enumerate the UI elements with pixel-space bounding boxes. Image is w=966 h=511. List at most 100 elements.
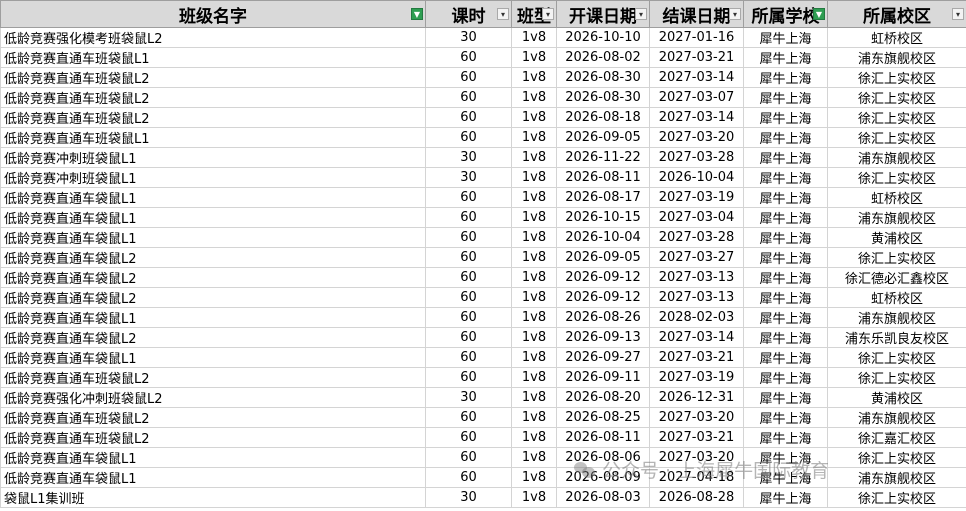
cell-campus[interactable]: 徐汇上实校区 <box>827 167 966 188</box>
cell-class-type[interactable]: 1v8 <box>511 87 557 108</box>
cell-start-date[interactable]: 2026-08-11 <box>556 427 650 448</box>
cell-class-type[interactable]: 1v8 <box>511 27 557 48</box>
dropdown-icon[interactable]: ▾ <box>952 8 964 20</box>
cell-start-date[interactable]: 2026-10-15 <box>556 207 650 228</box>
cell-school[interactable]: 犀牛上海 <box>743 287 828 308</box>
cell-class-type[interactable]: 1v8 <box>511 407 557 428</box>
cell-hours[interactable]: 60 <box>425 207 512 228</box>
cell-class-name[interactable]: 低龄竞赛直通车袋鼠L1 <box>0 227 426 248</box>
cell-campus[interactable]: 虹桥校区 <box>827 27 966 48</box>
cell-school[interactable]: 犀牛上海 <box>743 427 828 448</box>
cell-school[interactable]: 犀牛上海 <box>743 307 828 328</box>
cell-end-date[interactable]: 2027-03-21 <box>649 347 744 368</box>
cell-hours[interactable]: 60 <box>425 47 512 68</box>
cell-school[interactable]: 犀牛上海 <box>743 107 828 128</box>
cell-hours[interactable]: 30 <box>425 147 512 168</box>
cell-hours[interactable]: 60 <box>425 467 512 488</box>
cell-class-name[interactable]: 低龄竞赛直通车袋鼠L2 <box>0 327 426 348</box>
cell-class-name[interactable]: 低龄竞赛直通车袋鼠L1 <box>0 207 426 228</box>
cell-end-date[interactable]: 2027-01-16 <box>649 27 744 48</box>
header-campus[interactable]: 所属校区 ▾ <box>827 0 966 28</box>
cell-class-type[interactable]: 1v8 <box>511 227 557 248</box>
cell-start-date[interactable]: 2026-09-12 <box>556 267 650 288</box>
cell-campus[interactable]: 徐汇上实校区 <box>827 447 966 468</box>
cell-campus[interactable]: 浦东旗舰校区 <box>827 47 966 68</box>
cell-start-date[interactable]: 2026-08-02 <box>556 47 650 68</box>
cell-class-type[interactable]: 1v8 <box>511 447 557 468</box>
cell-class-name[interactable]: 低龄竞赛强化模考班袋鼠L2 <box>0 27 426 48</box>
cell-end-date[interactable]: 2027-03-19 <box>649 187 744 208</box>
cell-hours[interactable]: 60 <box>425 307 512 328</box>
cell-hours[interactable]: 60 <box>425 187 512 208</box>
cell-end-date[interactable]: 2028-02-03 <box>649 307 744 328</box>
dropdown-icon[interactable]: ▾ <box>635 8 647 20</box>
cell-start-date[interactable]: 2026-08-26 <box>556 307 650 328</box>
cell-class-type[interactable]: 1v8 <box>511 287 557 308</box>
cell-school[interactable]: 犀牛上海 <box>743 227 828 248</box>
cell-hours[interactable]: 60 <box>425 407 512 428</box>
cell-start-date[interactable]: 2026-09-27 <box>556 347 650 368</box>
cell-end-date[interactable]: 2027-03-21 <box>649 427 744 448</box>
cell-school[interactable]: 犀牛上海 <box>743 127 828 148</box>
cell-class-type[interactable]: 1v8 <box>511 487 557 508</box>
cell-hours[interactable]: 60 <box>425 347 512 368</box>
cell-class-type[interactable]: 1v8 <box>511 387 557 408</box>
cell-end-date[interactable]: 2027-03-20 <box>649 447 744 468</box>
cell-class-name[interactable]: 低龄竞赛直通车袋鼠L1 <box>0 447 426 468</box>
cell-class-name[interactable]: 袋鼠L1集训班 <box>0 487 426 508</box>
cell-end-date[interactable]: 2026-12-31 <box>649 387 744 408</box>
cell-start-date[interactable]: 2026-08-03 <box>556 487 650 508</box>
cell-campus[interactable]: 徐汇德必汇鑫校区 <box>827 267 966 288</box>
cell-class-name[interactable]: 低龄竞赛直通车班袋鼠L2 <box>0 367 426 388</box>
cell-class-name[interactable]: 低龄竞赛直通车班袋鼠L2 <box>0 67 426 88</box>
cell-campus[interactable]: 浦东旗舰校区 <box>827 307 966 328</box>
cell-school[interactable]: 犀牛上海 <box>743 147 828 168</box>
cell-end-date[interactable]: 2027-03-28 <box>649 147 744 168</box>
cell-class-type[interactable]: 1v8 <box>511 47 557 68</box>
header-class-name[interactable]: 班级名字 ▼ <box>0 0 426 28</box>
cell-class-name[interactable]: 低龄竞赛直通车袋鼠L1 <box>0 467 426 488</box>
cell-campus[interactable]: 徐汇上实校区 <box>827 247 966 268</box>
cell-hours[interactable]: 60 <box>425 67 512 88</box>
cell-school[interactable]: 犀牛上海 <box>743 87 828 108</box>
cell-start-date[interactable]: 2026-08-18 <box>556 107 650 128</box>
cell-end-date[interactable]: 2026-08-28 <box>649 487 744 508</box>
cell-class-name[interactable]: 低龄竞赛直通车袋鼠L1 <box>0 347 426 368</box>
cell-end-date[interactable]: 2026-10-04 <box>649 167 744 188</box>
cell-start-date[interactable]: 2026-08-17 <box>556 187 650 208</box>
cell-start-date[interactable]: 2026-08-30 <box>556 67 650 88</box>
cell-school[interactable]: 犀牛上海 <box>743 247 828 268</box>
dropdown-icon[interactable]: ▾ <box>497 8 509 20</box>
cell-school[interactable]: 犀牛上海 <box>743 67 828 88</box>
cell-hours[interactable]: 30 <box>425 27 512 48</box>
header-class-type[interactable]: 班型 ▾ <box>511 0 557 28</box>
cell-hours[interactable]: 30 <box>425 387 512 408</box>
cell-class-name[interactable]: 低龄竞赛直通车班袋鼠L2 <box>0 407 426 428</box>
cell-campus[interactable]: 徐汇上实校区 <box>827 67 966 88</box>
cell-start-date[interactable]: 2026-08-25 <box>556 407 650 428</box>
cell-campus[interactable]: 浦东旗舰校区 <box>827 467 966 488</box>
cell-class-type[interactable]: 1v8 <box>511 187 557 208</box>
header-start-date[interactable]: 开课日期 ▾ <box>556 0 650 28</box>
cell-class-type[interactable]: 1v8 <box>511 347 557 368</box>
cell-class-type[interactable]: 1v8 <box>511 267 557 288</box>
cell-campus[interactable]: 虹桥校区 <box>827 287 966 308</box>
cell-class-name[interactable]: 低龄竞赛直通车袋鼠L2 <box>0 267 426 288</box>
cell-start-date[interactable]: 2026-10-04 <box>556 227 650 248</box>
cell-end-date[interactable]: 2027-03-14 <box>649 67 744 88</box>
header-end-date[interactable]: 结课日期 ▾ <box>649 0 744 28</box>
cell-hours[interactable]: 60 <box>425 227 512 248</box>
cell-start-date[interactable]: 2026-09-11 <box>556 367 650 388</box>
cell-campus[interactable]: 浦东旗舰校区 <box>827 407 966 428</box>
cell-class-type[interactable]: 1v8 <box>511 127 557 148</box>
cell-campus[interactable]: 徐汇上实校区 <box>827 87 966 108</box>
cell-class-name[interactable]: 低龄竞赛直通车袋鼠L1 <box>0 307 426 328</box>
cell-start-date[interactable]: 2026-08-30 <box>556 87 650 108</box>
filter-active-icon[interactable]: ▼ <box>813 8 825 20</box>
cell-class-name[interactable]: 低龄竞赛强化冲刺班袋鼠L2 <box>0 387 426 408</box>
cell-school[interactable]: 犀牛上海 <box>743 167 828 188</box>
cell-campus[interactable]: 黄浦校区 <box>827 227 966 248</box>
cell-start-date[interactable]: 2026-11-22 <box>556 147 650 168</box>
cell-class-name[interactable]: 低龄竞赛直通车袋鼠L2 <box>0 247 426 268</box>
cell-class-type[interactable]: 1v8 <box>511 167 557 188</box>
